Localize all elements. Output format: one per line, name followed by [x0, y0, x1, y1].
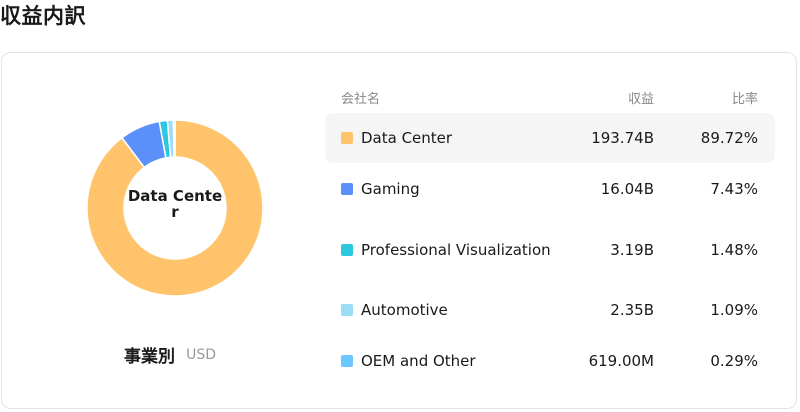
table-header: 会社名 収益 比率	[325, 84, 775, 108]
header-revenue: 収益	[627, 92, 654, 107]
table-row[interactable]: Automotive 2.35B 1.09%	[325, 285, 775, 335]
row-ratio: 1.09%	[710, 301, 758, 319]
caption-unit: USD	[186, 346, 217, 363]
donut-chart: Data Center	[85, 118, 265, 298]
row-ratio: 1.48%	[710, 241, 758, 259]
row-ratio: 7.43%	[710, 180, 758, 198]
row-name: OEM and Other	[361, 351, 476, 370]
legend-swatch	[341, 244, 353, 256]
row-name: Professional Visualization	[361, 240, 551, 259]
caption-title: 事業別	[124, 347, 175, 367]
header-ratio: 比率	[731, 92, 758, 107]
table-row[interactable]: Professional Visualization 3.19B 1.48%	[325, 225, 775, 275]
table-row[interactable]: Gaming 16.04B 7.43%	[325, 164, 775, 214]
row-name: Gaming	[361, 179, 420, 198]
table-row[interactable]: Data Center 193.74B 89.72%	[325, 113, 775, 163]
row-revenue: 3.19B	[610, 241, 654, 259]
legend-swatch	[341, 304, 353, 316]
breakdown-table: 会社名 収益 比率 Data Center 193.74B 89.72% Gam…	[325, 84, 775, 370]
donut-center-label: Data Center	[127, 187, 223, 221]
header-name: 会社名	[341, 92, 381, 107]
chart-caption: 事業別 USD	[124, 342, 217, 368]
legend-swatch	[341, 132, 353, 144]
row-name: Data Center	[361, 128, 453, 147]
table-row[interactable]: OEM and Other 619.00M 0.29%	[325, 336, 775, 386]
donut-slice-oem-and-other[interactable]	[172, 119, 176, 158]
legend-swatch	[341, 183, 353, 195]
row-ratio: 0.29%	[710, 352, 758, 370]
row-name: Automotive	[361, 300, 448, 319]
row-revenue: 16.04B	[600, 180, 654, 198]
row-ratio: 89.72%	[700, 129, 758, 147]
legend-swatch	[341, 355, 353, 367]
row-revenue: 619.00M	[588, 352, 654, 370]
page-title: 収益内訳	[0, 4, 86, 28]
row-revenue: 193.74B	[591, 129, 654, 147]
row-revenue: 2.35B	[610, 301, 654, 319]
